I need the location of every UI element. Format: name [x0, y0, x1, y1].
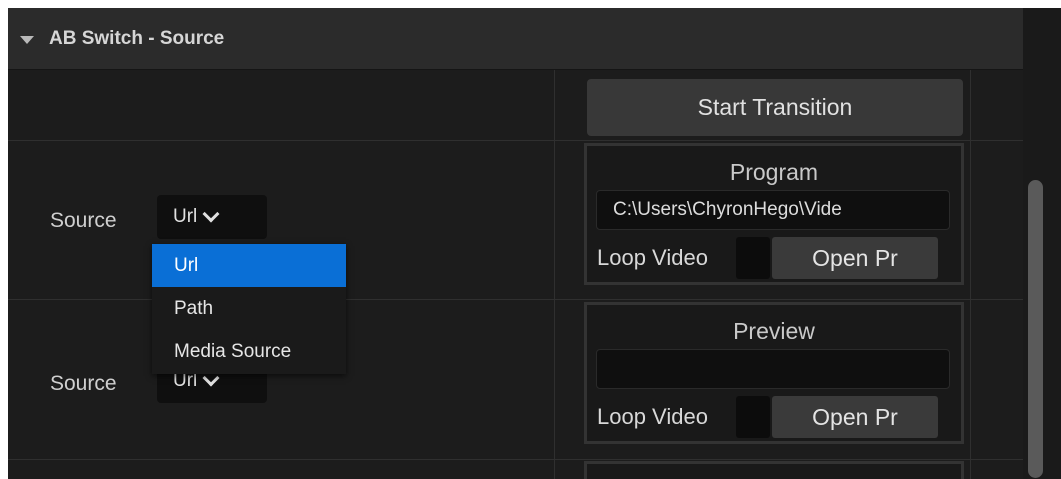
program-controls: Loop Video Open Pr: [587, 234, 961, 282]
program-open-button[interactable]: Open Pr: [772, 237, 938, 279]
program-title: Program: [729, 159, 819, 185]
source-label: Source: [50, 372, 117, 395]
preview-open-button[interactable]: Open Pr: [772, 396, 938, 438]
collapse-triangle-icon[interactable]: [20, 35, 34, 44]
source-label: Source: [50, 209, 117, 232]
preview-loop-checkbox[interactable]: [736, 396, 770, 438]
preview-path-input[interactable]: [596, 349, 950, 389]
program-loop-checkbox[interactable]: [736, 237, 770, 279]
dropdown-option-media-source[interactable]: Media Source: [152, 330, 346, 373]
details-panel: AB Switch - Source Start Transition Prog…: [8, 8, 1061, 479]
program-loop-label: Loop Video: [597, 245, 708, 270]
scrollbar-thumb[interactable]: [1028, 180, 1043, 478]
chevron-down-icon: [202, 205, 220, 223]
row-divider: [8, 459, 1023, 460]
section-title: AB Switch - Source: [49, 27, 225, 49]
next-panel: [584, 461, 964, 479]
preview-title: Preview: [733, 318, 815, 344]
source-combo[interactable]: Url: [157, 195, 267, 239]
program-panel: Program C:\Users\ChyronHego\Vide Loop Vi…: [584, 143, 964, 285]
preview-panel: Preview Loop Video Open Pr: [584, 302, 964, 444]
column-divider: [554, 70, 555, 479]
dropdown-option-url[interactable]: Url: [152, 244, 346, 287]
column-divider: [970, 70, 971, 479]
preview-controls: Loop Video Open Pr: [587, 393, 961, 441]
preview-loop-label: Loop Video: [597, 404, 708, 429]
row-divider: [8, 140, 1023, 141]
start-transition-button[interactable]: Start Transition: [587, 79, 963, 136]
source-dropdown-menu: Url Path Media Source: [152, 244, 346, 374]
program-path-input[interactable]: C:\Users\ChyronHego\Vide: [596, 190, 950, 230]
dropdown-option-path[interactable]: Path: [152, 287, 346, 330]
section-header[interactable]: AB Switch - Source: [8, 8, 1023, 70]
source-combo-value: Url: [173, 206, 198, 227]
